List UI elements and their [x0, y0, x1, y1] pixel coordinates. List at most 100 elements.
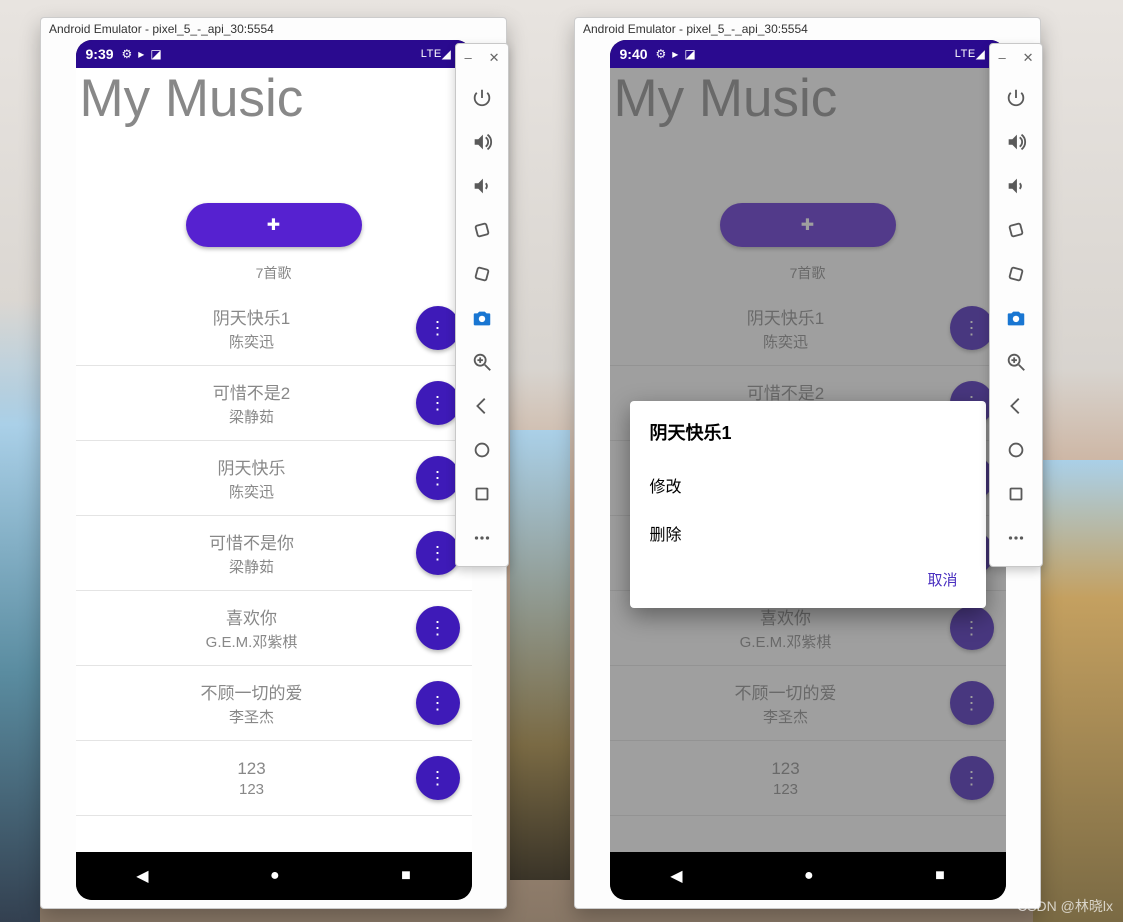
- list-item[interactable]: 可惜不是你梁静茹⋮: [76, 516, 472, 591]
- song-title: 123: [88, 759, 416, 779]
- vertical-dots-icon: ⋮: [429, 401, 447, 405]
- dialog-item-edit[interactable]: 修改: [650, 461, 966, 509]
- song-artist: 陈奕迅: [88, 481, 416, 502]
- camera-icon[interactable]: [998, 298, 1034, 338]
- page-title: My Music: [610, 68, 1006, 125]
- more-button[interactable]: ⋮: [416, 756, 460, 800]
- watermark: CSDN @林晓lx: [1017, 896, 1113, 916]
- overview-icon[interactable]: [464, 474, 500, 514]
- list-item[interactable]: 阴天快乐1陈奕迅⋮: [76, 291, 472, 366]
- device-frame-a: 9:39 ⚙ ▸ ◪ LTE ◢ ▮ My Music ✚ 7首歌 阴天快乐1陈…: [76, 40, 472, 900]
- song-title: 123: [622, 759, 950, 779]
- more-button[interactable]: ⋮: [950, 606, 994, 650]
- list-item[interactable]: 喜欢你G.E.M.邓紫棋⋮: [76, 591, 472, 666]
- list-item[interactable]: 不顾一切的爱李圣杰⋮: [76, 666, 472, 741]
- more-button[interactable]: ⋮: [416, 681, 460, 725]
- dialog-item-delete[interactable]: 删除: [650, 509, 966, 557]
- home-icon[interactable]: [998, 430, 1034, 470]
- minimize-icon[interactable]: –: [998, 50, 1005, 66]
- list-item[interactable]: 123 123 ⋮: [610, 741, 1006, 816]
- volume-up-icon[interactable]: [464, 122, 500, 162]
- more-button[interactable]: ⋮: [416, 606, 460, 650]
- rotate-left-icon[interactable]: [998, 210, 1034, 250]
- song-artist: 李圣杰: [622, 706, 950, 727]
- emulator-toolbar-a: – ✕: [455, 43, 509, 567]
- wallpaper-right: [1033, 460, 1123, 922]
- list-item[interactable]: 不顾一切的爱李圣杰⋮: [610, 666, 1006, 741]
- vertical-dots-icon: ⋮: [963, 701, 981, 705]
- song-artist: 陈奕迅: [88, 331, 416, 352]
- shield-icon: ◪: [684, 47, 695, 61]
- wallpaper-mid: [510, 430, 570, 880]
- overview-icon[interactable]: [998, 474, 1034, 514]
- plus-icon: ✚: [801, 215, 814, 235]
- list-item[interactable]: 阴天快乐1陈奕迅⋮: [610, 291, 1006, 366]
- nav-home-icon[interactable]: ●: [270, 867, 280, 885]
- status-bar: 9:40 ⚙ ▸ ◪ LTE ◢ ▮: [610, 40, 1006, 68]
- gear-icon: ⚙: [656, 47, 667, 61]
- zoom-icon[interactable]: [998, 342, 1034, 382]
- app-content-a: My Music ✚ 7首歌 阴天快乐1陈奕迅⋮可惜不是2梁静茹⋮阴天快乐陈奕迅…: [76, 68, 472, 852]
- dialog-cancel-button[interactable]: 取消: [919, 563, 965, 596]
- clock: 9:40: [620, 46, 648, 62]
- rotate-right-icon[interactable]: [464, 254, 500, 294]
- more-icon[interactable]: [464, 518, 500, 558]
- minimize-icon[interactable]: –: [464, 50, 471, 66]
- power-icon[interactable]: [464, 78, 500, 118]
- more-button[interactable]: ⋮: [416, 306, 460, 350]
- rotate-right-icon[interactable]: [998, 254, 1034, 294]
- vertical-dots-icon: ⋮: [429, 476, 447, 480]
- song-artist: 梁静茹: [88, 556, 416, 577]
- nav-overview-icon[interactable]: ■: [401, 867, 411, 885]
- play-protect-icon: ▸: [138, 47, 144, 61]
- zoom-icon[interactable]: [464, 342, 500, 382]
- emulator-toolbar-b: – ✕: [989, 43, 1043, 567]
- nav-overview-icon[interactable]: ■: [935, 867, 945, 885]
- song-artist: G.E.M.邓紫棋: [88, 631, 416, 652]
- back-icon[interactable]: [464, 386, 500, 426]
- song-title: 阴天快乐1: [88, 304, 416, 329]
- volume-down-icon[interactable]: [464, 166, 500, 206]
- network-lte: LTE: [955, 48, 976, 60]
- shield-icon: ◪: [150, 47, 161, 61]
- context-dialog: 阴天快乐1 修改 删除 取消: [630, 401, 986, 608]
- camera-icon[interactable]: [464, 298, 500, 338]
- volume-up-icon[interactable]: [998, 122, 1034, 162]
- song-title: 可惜不是2: [88, 379, 416, 404]
- vertical-dots-icon: ⋮: [429, 701, 447, 705]
- nav-back-icon[interactable]: ◀: [136, 866, 148, 886]
- nav-home-icon[interactable]: ●: [804, 867, 814, 885]
- more-button[interactable]: ⋮: [416, 456, 460, 500]
- more-button[interactable]: ⋮: [950, 306, 994, 350]
- more-button[interactable]: ⋮: [950, 681, 994, 725]
- list-item[interactable]: 123123⋮: [76, 741, 472, 816]
- song-artist: 123: [622, 781, 950, 798]
- power-icon[interactable]: [998, 78, 1034, 118]
- add-button[interactable]: ✚: [720, 203, 896, 247]
- nav-back-icon[interactable]: ◀: [670, 866, 682, 886]
- vertical-dots-icon: ⋮: [963, 776, 981, 780]
- rotate-left-icon[interactable]: [464, 210, 500, 250]
- list-item[interactable]: 阴天快乐陈奕迅⋮: [76, 441, 472, 516]
- more-button[interactable]: ⋮: [416, 531, 460, 575]
- nav-bar: ◀ ● ■: [76, 852, 472, 900]
- volume-down-icon[interactable]: [998, 166, 1034, 206]
- plus-icon: ✚: [267, 215, 280, 235]
- more-icon[interactable]: [998, 518, 1034, 558]
- network-lte: LTE: [421, 48, 442, 60]
- song-title: 喜欢你: [88, 604, 416, 629]
- close-icon[interactable]: ✕: [489, 50, 500, 66]
- more-button[interactable]: ⋮: [416, 381, 460, 425]
- close-icon[interactable]: ✕: [1023, 50, 1034, 66]
- back-icon[interactable]: [998, 386, 1034, 426]
- list-item[interactable]: 可惜不是2梁静茹⋮: [76, 366, 472, 441]
- emulator-window-a: Android Emulator - pixel_5_-_api_30:5554…: [40, 17, 507, 909]
- nav-bar: ◀ ● ■: [610, 852, 1006, 900]
- vertical-dots-icon: ⋮: [429, 776, 447, 780]
- more-button[interactable]: ⋮: [950, 756, 994, 800]
- home-icon[interactable]: [464, 430, 500, 470]
- status-bar: 9:39 ⚙ ▸ ◪ LTE ◢ ▮: [76, 40, 472, 68]
- gear-icon: ⚙: [122, 47, 133, 61]
- add-button[interactable]: ✚: [186, 203, 362, 247]
- clock: 9:39: [86, 46, 114, 62]
